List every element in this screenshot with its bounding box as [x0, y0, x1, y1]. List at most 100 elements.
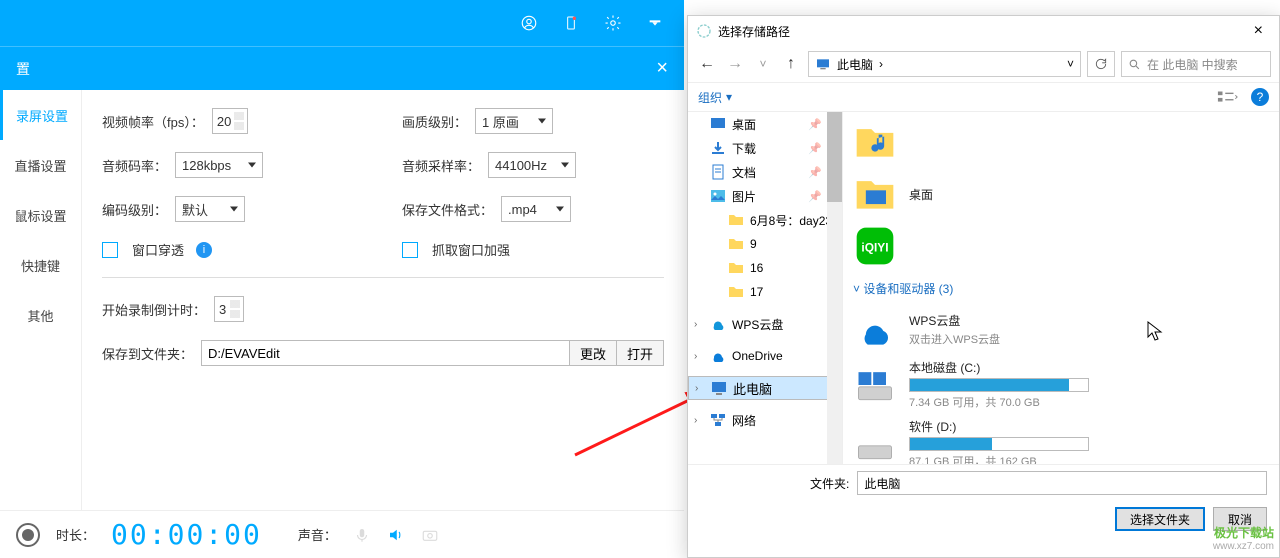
savepath-input[interactable] [201, 340, 570, 366]
folder-label: 文件夹: [810, 475, 849, 492]
pin-icon: 📌 [808, 166, 822, 179]
quality-select[interactable]: 1 原画 [475, 108, 553, 134]
sidebar-item-mouse[interactable]: 鼠标设置 [0, 190, 81, 240]
audio-bitrate-select[interactable]: 128kbps [175, 152, 263, 178]
expand-icon[interactable]: › [694, 415, 697, 426]
drive-icon [853, 422, 897, 465]
capture-enhance-checkbox[interactable] [402, 242, 418, 258]
dialog-nav: ← → ˅ ↑ 此电脑 › ˅ 在 此电脑 中搜索 [688, 46, 1279, 82]
expand-icon[interactable]: › [695, 383, 698, 394]
menu-icon[interactable] [646, 14, 664, 32]
pc-icon [815, 56, 831, 72]
tree-folder-2[interactable]: 9 [688, 232, 842, 256]
address-dropdown-icon[interactable]: ˅ [1067, 57, 1074, 71]
help-icon[interactable]: ? [1251, 88, 1269, 106]
file-music[interactable] [853, 116, 1269, 168]
dialog-titlebar: 选择存储路径 × [688, 16, 1279, 46]
open-button[interactable]: 打开 [616, 340, 664, 366]
search-input[interactable]: 在 此电脑 中搜索 [1121, 51, 1271, 77]
drive-c[interactable]: 本地磁盘 (C:) 7.34 GB 可用，共 70.0 GB [853, 355, 1269, 414]
refresh-icon [1094, 57, 1108, 71]
address-bar[interactable]: 此电脑 › ˅ [808, 51, 1081, 77]
app-window: 置 × 录屏设置 直播设置 鼠标设置 快捷键 其他 视频帧率（fps）： 20 … [0, 0, 684, 558]
close-icon[interactable]: × [656, 57, 668, 80]
account-icon[interactable] [520, 14, 538, 32]
pin-icon: 📌 [808, 142, 822, 155]
fileformat-label: 保存文件格式： [402, 200, 493, 219]
countdown-input[interactable]: 3 [214, 296, 244, 322]
tree-desktop[interactable]: 桌面📌 [688, 112, 842, 136]
sidebar-item-record[interactable]: 录屏设置 [0, 90, 81, 140]
statusbar: 时长： 00:00:00 声音： [0, 510, 684, 558]
fileformat-select[interactable]: .mp4 [501, 196, 571, 222]
organize-menu[interactable]: 组织 ▾ [698, 89, 732, 106]
tree-thispc[interactable]: ›此电脑 [688, 376, 842, 400]
sidebar-item-live[interactable]: 直播设置 [0, 140, 81, 190]
nav-tree: 桌面📌 下载📌 文档📌 图片📌 6月8号：day23 9 16 17 ›WPS云… [688, 112, 843, 464]
dialog-toolbar: 组织 ▾ ? [688, 82, 1279, 112]
tree-wps[interactable]: ›WPS云盘 [688, 312, 842, 336]
dialog-body: 桌面📌 下载📌 文档📌 图片📌 6月8号：day23 9 16 17 ›WPS云… [688, 112, 1279, 464]
mic-icon[interactable] [353, 526, 371, 544]
sidebar-item-other[interactable]: 其他 [0, 290, 81, 340]
settings-titlebar: 置 × [0, 46, 684, 90]
cancel-button[interactable]: 取消 [1213, 507, 1267, 531]
refresh-button[interactable] [1087, 51, 1115, 77]
speaker-icon[interactable] [387, 526, 405, 544]
svg-text:iQIYI: iQIYI [861, 241, 888, 255]
settings-content: 录屏设置 直播设置 鼠标设置 快捷键 其他 视频帧率（fps）： 20 画质级别… [0, 90, 684, 510]
settings-title: 置 [16, 59, 30, 79]
tree-documents[interactable]: 文档📌 [688, 160, 842, 184]
info-icon[interactable]: i [196, 242, 212, 258]
nav-forward-icon[interactable]: → [724, 55, 746, 73]
phone-icon[interactable] [562, 14, 580, 32]
window-through-checkbox[interactable] [102, 242, 118, 258]
select-folder-button[interactable]: 选择文件夹 [1115, 507, 1205, 531]
drive-d[interactable]: 软件 (D:) 87.1 GB 可用，共 162 GB [853, 414, 1269, 464]
expand-icon[interactable]: › [694, 319, 697, 330]
tree-network[interactable]: ›网络 [688, 408, 842, 432]
tree-pictures[interactable]: 图片📌 [688, 184, 842, 208]
devices-header[interactable]: ˅ 设备和驱动器 (3) [853, 280, 1269, 297]
camera-icon[interactable] [421, 526, 439, 544]
tree-scroll-thumb[interactable] [827, 112, 842, 202]
tree-folder-3[interactable]: 16 [688, 256, 842, 280]
sidebar-item-hotkey[interactable]: 快捷键 [0, 240, 81, 290]
tree-downloads[interactable]: 下载📌 [688, 136, 842, 160]
codec-label: 编码级别： [102, 200, 167, 219]
desktop-folder-icon [853, 172, 897, 216]
search-placeholder: 在 此电脑 中搜索 [1147, 56, 1238, 73]
tree-folder-4[interactable]: 17 [688, 280, 842, 304]
drive-icon [853, 363, 897, 407]
file-desktop[interactable]: 桌面 [853, 168, 1269, 220]
codec-select[interactable]: 默认 [175, 196, 245, 222]
expand-icon[interactable]: › [694, 351, 697, 362]
timecode: 00:00:00 [111, 518, 262, 551]
dialog-close-icon[interactable]: × [1246, 22, 1271, 40]
gear-icon[interactable] [604, 14, 622, 32]
breadcrumb: 此电脑 [837, 56, 873, 73]
breadcrumb-chevron-icon: › [879, 57, 883, 71]
music-folder-icon [853, 120, 897, 164]
sound-label: 声音： [298, 525, 337, 544]
folder-input[interactable] [857, 471, 1267, 495]
drive-d-usage [909, 437, 1089, 451]
file-iqiyi[interactable]: iQIYI [853, 220, 1269, 272]
drive-wps[interactable]: WPS云盘 双击进入WPS云盘 [853, 303, 1269, 355]
countdown-label: 开始录制倒计时： [102, 300, 206, 319]
file-dialog: 选择存储路径 × ← → ˅ ↑ 此电脑 › ˅ 在 此电脑 中搜索 组织 ▾ … [687, 15, 1280, 558]
audio-sr-select[interactable]: 44100Hz [488, 152, 576, 178]
record-button[interactable] [16, 523, 40, 547]
dialog-footer: 文件夹: 选择文件夹 取消 [688, 464, 1279, 541]
change-button[interactable]: 更改 [569, 340, 617, 366]
fps-label: 视频帧率（fps）： [102, 112, 204, 131]
view-icon[interactable] [1217, 89, 1239, 105]
fps-input[interactable]: 20 [212, 108, 248, 134]
search-icon [1128, 58, 1141, 71]
window-through-label: 窗口穿透 [132, 240, 184, 259]
tree-folder-1[interactable]: 6月8号：day23 [688, 208, 842, 232]
nav-history-icon[interactable]: ˅ [752, 57, 774, 71]
tree-onedrive[interactable]: ›OneDrive [688, 344, 842, 368]
nav-up-icon[interactable]: ↑ [780, 55, 802, 73]
nav-back-icon[interactable]: ← [696, 55, 718, 73]
